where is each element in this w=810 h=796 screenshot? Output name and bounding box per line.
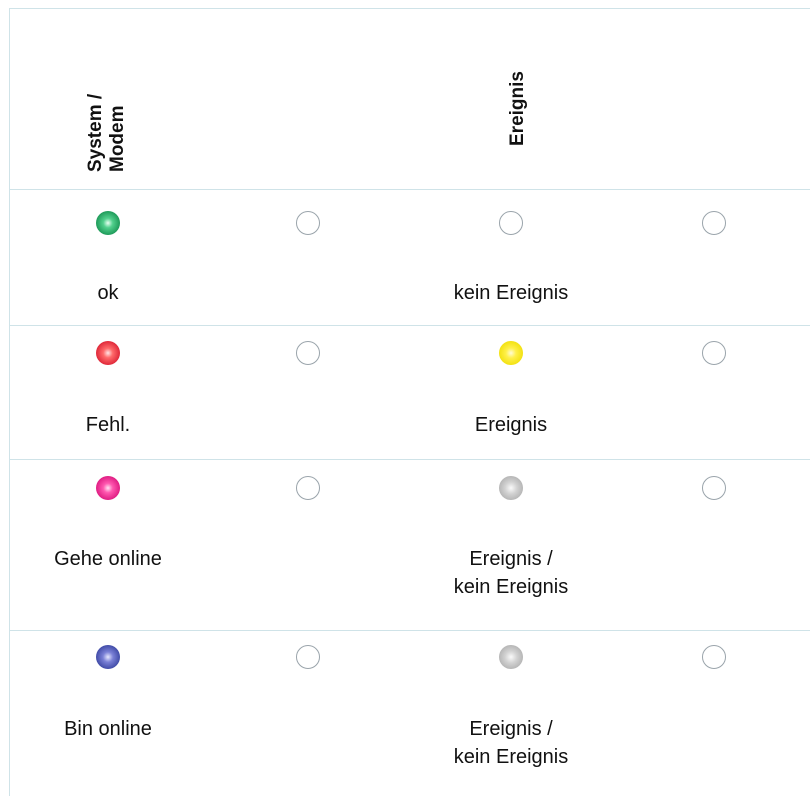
- event-led-icon: [499, 211, 523, 235]
- event-led-icon: [499, 476, 523, 500]
- column-header-system-modem: System / Modem: [85, 93, 128, 172]
- led-off-icon: [702, 341, 726, 365]
- row-divider: [9, 325, 810, 326]
- system-status-label: Gehe online: [54, 548, 162, 570]
- system-status-label: Bin online: [64, 718, 152, 740]
- row-divider: [9, 459, 810, 460]
- led-status-table: [9, 8, 810, 796]
- header-divider: [9, 189, 810, 190]
- system-led-icon: [96, 645, 120, 669]
- led-off-icon: [702, 476, 726, 500]
- led-off-icon: [296, 341, 320, 365]
- event-led-icon: [499, 341, 523, 365]
- column-header-event: Ereignis: [507, 71, 528, 146]
- system-status-label: Fehl.: [85, 414, 131, 436]
- led-off-icon: [296, 211, 320, 235]
- system-led-icon: [96, 341, 120, 365]
- row-divider: [9, 630, 810, 631]
- led-off-icon: [702, 211, 726, 235]
- led-off-icon: [296, 645, 320, 669]
- led-off-icon: [296, 476, 320, 500]
- system-status-label: ok: [97, 282, 119, 304]
- system-led-icon: [96, 476, 120, 500]
- event-status-label: Ereignis / kein Ereignis: [453, 718, 569, 768]
- event-status-label: kein Ereignis: [453, 282, 569, 304]
- event-led-icon: [499, 645, 523, 669]
- event-status-label: Ereignis / kein Ereignis: [453, 548, 569, 598]
- event-status-label: Ereignis: [474, 414, 548, 436]
- led-off-icon: [702, 645, 726, 669]
- system-led-icon: [96, 211, 120, 235]
